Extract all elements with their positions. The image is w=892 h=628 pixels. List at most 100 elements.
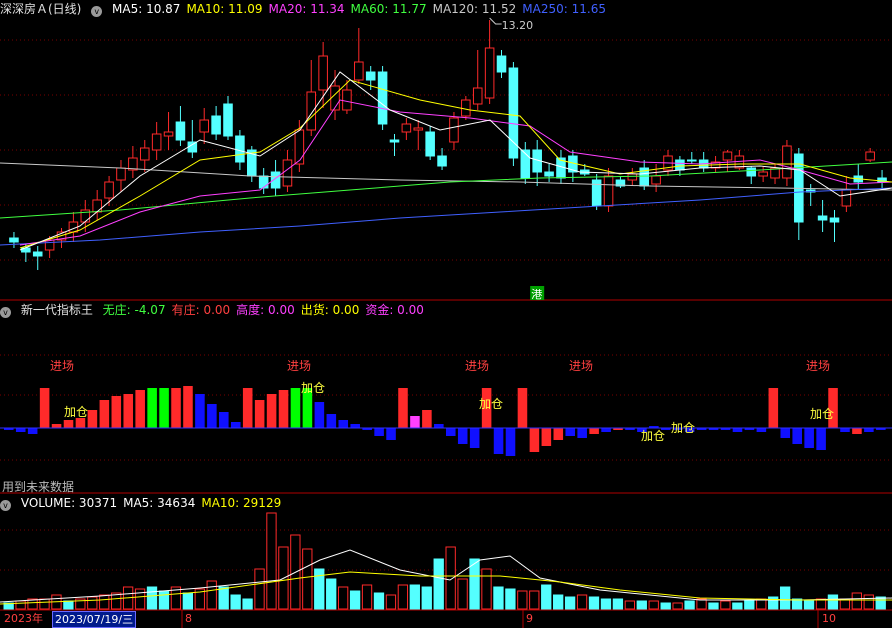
chevron-down-icon[interactable]: v	[0, 307, 11, 318]
hk-badge: 港	[531, 288, 542, 301]
indicator-bar	[469, 428, 480, 448]
volume-bar	[541, 584, 552, 610]
stock-title[interactable]: 深深房Ａ(日线)	[0, 2, 81, 16]
add-signal-label: 加仓	[301, 381, 325, 395]
volume-bar	[827, 594, 839, 610]
volume-bar	[99, 594, 110, 610]
candle-body	[365, 71, 376, 81]
add-signal-label: 加仓	[479, 397, 503, 411]
volume-bar	[373, 592, 385, 610]
volume-bar	[564, 596, 576, 610]
month-tick-9: 9	[526, 612, 533, 625]
indicator-title[interactable]: 新一代指标王	[21, 303, 93, 317]
indicator-bar	[457, 428, 468, 444]
add-signal-label: 加仓	[64, 405, 88, 419]
ma-label-5: MA250: 11.65	[522, 2, 606, 16]
indicator-bar	[183, 386, 193, 428]
volume-bar	[254, 568, 265, 610]
indicator-bar	[398, 388, 408, 428]
volume-bar	[576, 594, 588, 610]
candle-body	[116, 167, 126, 181]
candle-body	[377, 71, 388, 125]
indicator-bar	[338, 420, 349, 428]
volume-bar	[242, 598, 253, 610]
indicator-bar	[39, 388, 50, 428]
candle-body	[342, 89, 352, 111]
volume-bar	[87, 596, 98, 610]
indicator-bar	[505, 428, 516, 456]
indicator-bar	[219, 412, 229, 428]
indicator-value-1: 有庄: 0.00	[171, 303, 231, 317]
indicator-bar	[386, 428, 396, 440]
future-data-note: 用到未来数据	[2, 480, 75, 494]
candle-body	[389, 139, 400, 143]
indicator-bar	[350, 424, 360, 428]
indicator-bar	[27, 428, 38, 434]
volume-value-2: MA10: 29129	[201, 496, 282, 510]
candle-body	[675, 159, 685, 171]
indicator-bar	[601, 428, 611, 432]
candle-body	[472, 87, 483, 105]
candle-body	[318, 55, 328, 91]
main-panel-header: 深深房Ａ(日线) v MA5: 10.87 MA10: 11.09 MA20: 11…	[0, 0, 618, 18]
volume-bar	[206, 580, 217, 610]
volume-bar	[39, 598, 50, 610]
selected-date[interactable]: 2023/07/19/三	[52, 611, 137, 628]
indicator-bar	[780, 428, 791, 438]
indicator-bar	[493, 428, 504, 454]
indicator-bar	[756, 428, 767, 432]
volume-bar	[457, 578, 468, 610]
indicator-bar	[565, 428, 576, 436]
candle-body	[544, 171, 554, 177]
candle-body	[92, 199, 102, 213]
ma-label-2: MA20: 11.34	[268, 2, 345, 16]
indicator-bar	[410, 416, 420, 428]
volume-bar	[768, 596, 779, 610]
month-tick-10: 10	[822, 612, 836, 625]
ma10-line	[19, 79, 892, 249]
volume-bar	[146, 586, 158, 610]
volume-bar	[302, 548, 313, 610]
indicator-bar	[278, 390, 289, 428]
volume-bar	[266, 512, 277, 610]
chevron-down-icon[interactable]: v	[0, 500, 11, 511]
indicator-bar	[159, 388, 169, 428]
candle-body	[235, 135, 245, 163]
candle-body	[722, 151, 733, 161]
volume-bar	[15, 600, 26, 610]
candle-body	[687, 159, 697, 162]
candle-body	[151, 133, 162, 151]
volume-bar	[732, 602, 743, 610]
candle-body	[175, 121, 186, 141]
ma250-line	[0, 187, 892, 246]
candle-body	[627, 173, 638, 181]
candle-body	[258, 175, 269, 189]
volume-bar	[803, 600, 815, 610]
candle-body	[401, 123, 412, 133]
candle-body	[187, 141, 198, 153]
indicator-bar	[852, 428, 862, 434]
candle-body	[841, 189, 852, 207]
volume-bar	[612, 598, 624, 610]
indicator-bar	[589, 428, 599, 434]
candle-body	[865, 151, 875, 161]
enter-signal-label: 进场	[50, 359, 74, 373]
candle-body	[32, 251, 43, 257]
volume-bar	[517, 590, 528, 610]
indicator-bar	[207, 404, 217, 428]
volume-bar	[553, 594, 564, 610]
indicator-bar	[374, 428, 384, 436]
candle-body	[199, 119, 209, 133]
indicator-bar	[195, 394, 205, 428]
indicator-bar	[290, 388, 301, 428]
volume-bar	[744, 600, 755, 610]
ma-legend: MA5: 10.87 MA10: 11.09 MA20: 11.34 MA60: 11…	[112, 2, 612, 16]
candle-body	[294, 129, 305, 165]
volume-bar	[815, 598, 827, 610]
volume-bar	[433, 558, 444, 610]
chevron-down-icon[interactable]: v	[91, 6, 103, 17]
volume-legend: VOLUME: 30371 MA5: 34634 MA10: 29129	[21, 496, 287, 510]
indicator-panel-header: v 新一代指标王 无庄: -4.07 有庄: 0.00 高度: 0.00 出货: 0.…	[0, 301, 436, 319]
add-signal-label: 加仓	[641, 429, 665, 443]
high-marker	[489, 17, 502, 25]
